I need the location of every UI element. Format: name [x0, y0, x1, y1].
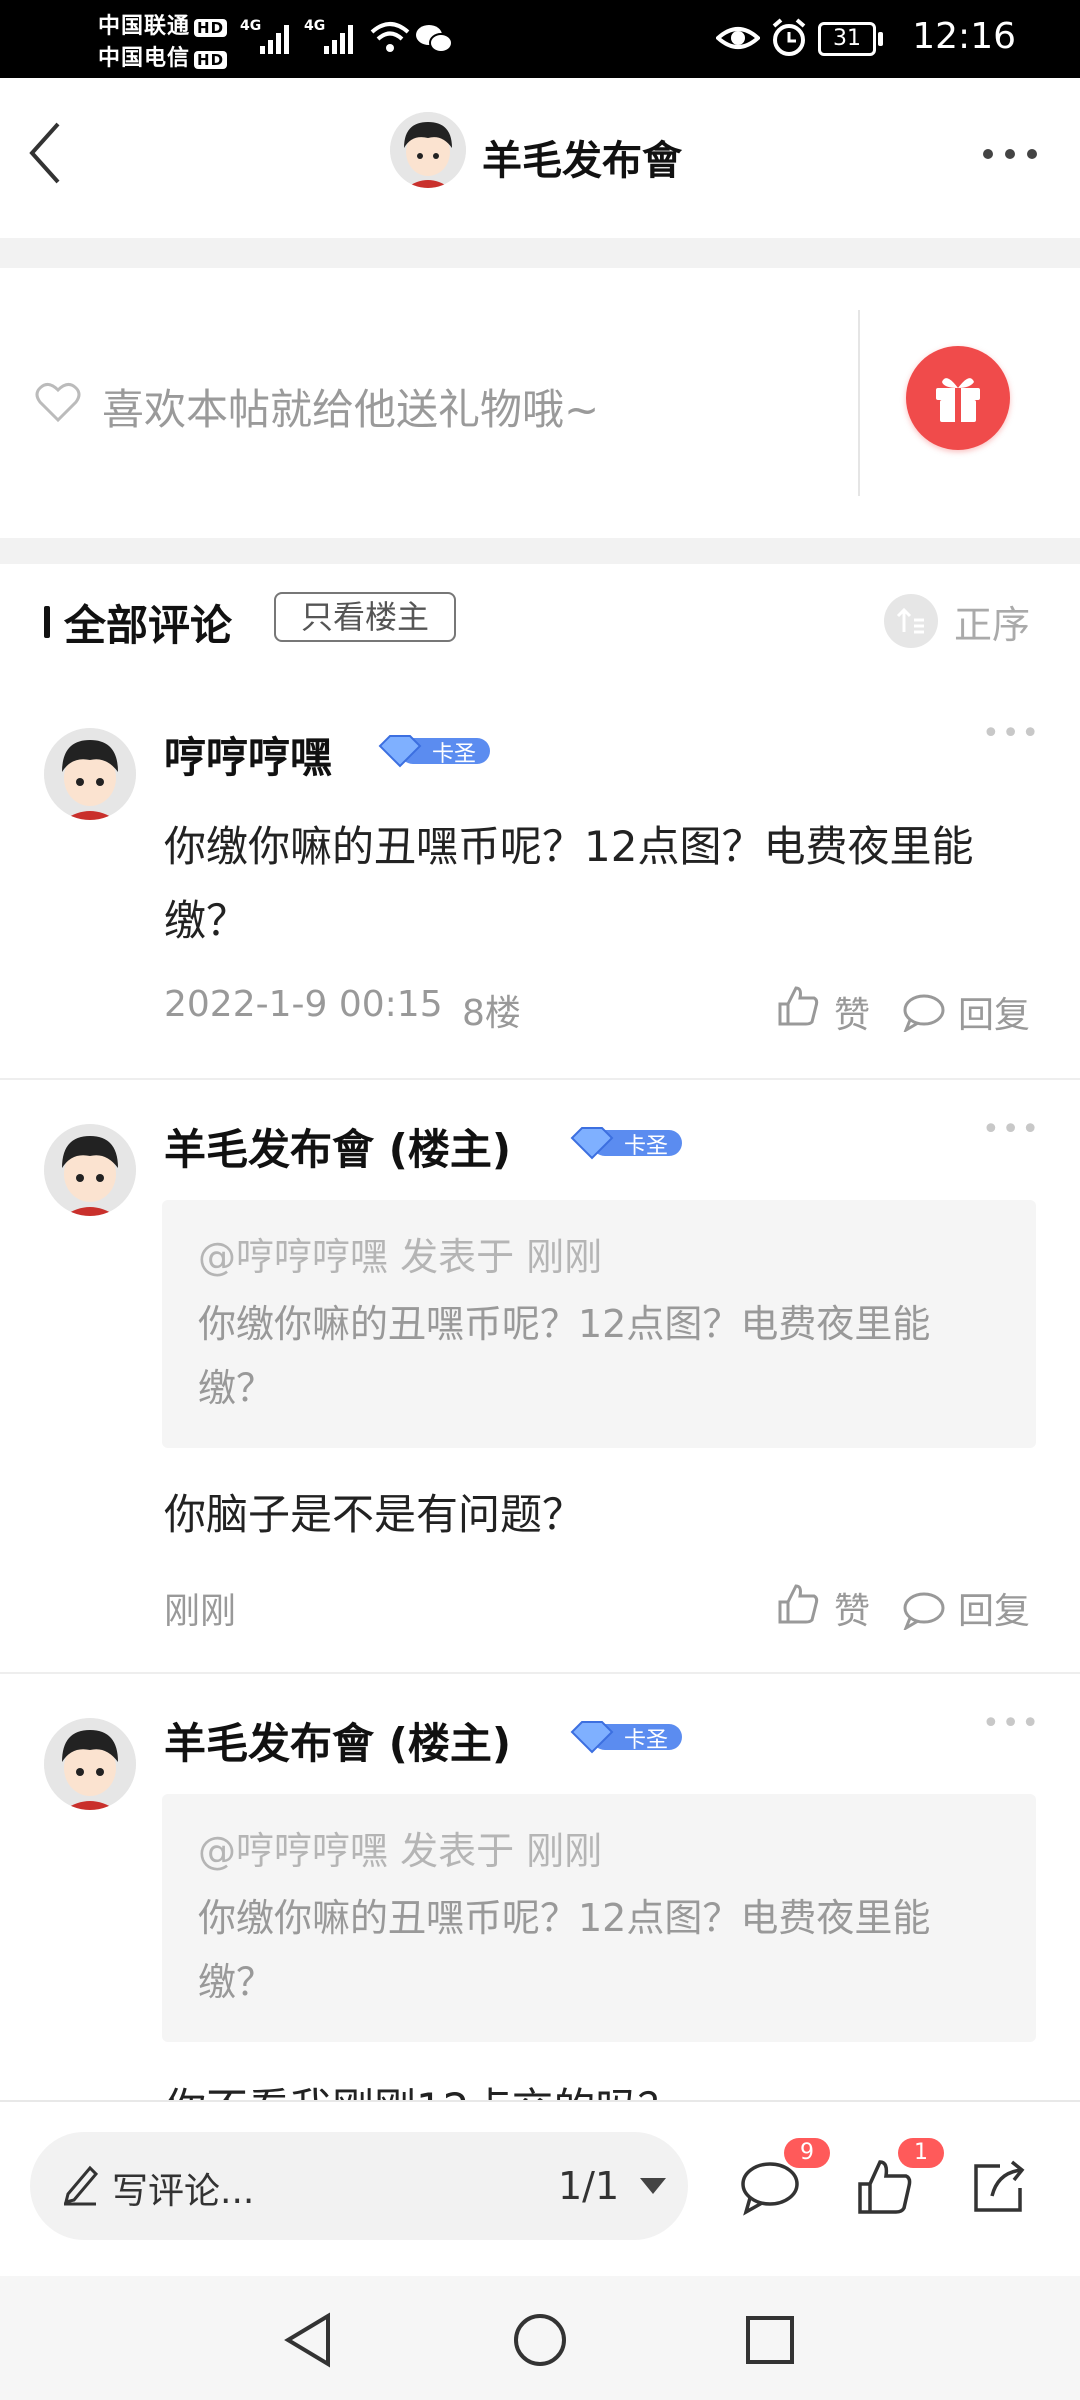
sort-toggle[interactable]: 正序	[954, 594, 1030, 649]
clock: 12:16	[912, 16, 1016, 57]
comments-title: 全部评论	[64, 601, 233, 650]
wifi-icon	[370, 22, 410, 52]
like-count-badge: 1	[898, 2138, 944, 2168]
rank-badge: 卡圣	[568, 1718, 682, 1754]
bottom-action-bar: 写评论... 1/1 9 1	[0, 2100, 1080, 2276]
reply-icon[interactable]	[902, 992, 946, 1032]
comment-author[interactable]: 哼哼哼嘿	[164, 724, 332, 785]
comment-more-icon[interactable]: •••	[982, 1112, 1041, 1147]
page-indicator[interactable]: 1/1	[558, 2164, 619, 2208]
caret-down-icon[interactable]	[638, 2176, 668, 2196]
gift-prompt: 喜欢本帖就给他送礼物哦~	[102, 385, 600, 434]
carrier-2: 中国电信 HD	[98, 40, 228, 72]
comment-placeholder: 写评论...	[112, 2171, 255, 2212]
back-icon[interactable]	[24, 118, 68, 188]
comment-input[interactable]: 写评论... 1/1	[30, 2132, 688, 2240]
quoted-comment[interactable]: @哼哼哼嘿 发表于 刚刚 你缴你嘛的丑嘿币呢？12点图？电费夜里能缴？	[162, 1794, 1036, 2042]
heart-icon[interactable]	[34, 380, 82, 424]
alarm-icon	[772, 18, 806, 56]
divider	[858, 310, 860, 496]
carrier-1: 中国联通 HD	[98, 8, 228, 40]
user-avatar-icon	[44, 1124, 136, 1216]
battery-icon: 31	[818, 22, 876, 56]
badge-label: 卡圣	[624, 1728, 669, 1753]
rank-badge: 卡圣	[568, 1124, 682, 1160]
only-op-button[interactable]: 只看楼主	[274, 592, 456, 642]
reply-button[interactable]: 回复	[958, 1582, 1030, 1634]
like-icon[interactable]	[856, 2158, 914, 2216]
gift-icon	[936, 378, 980, 422]
quote-header: @哼哼哼嘿 发表于 刚刚	[198, 1235, 603, 1279]
page-title[interactable]: 羊毛发布會	[482, 128, 682, 186]
like-icon[interactable]	[776, 1582, 820, 1626]
comment-body: 你缴你嘛的丑嘿币呢？12点图？电费夜里能缴？	[164, 822, 974, 945]
avatar[interactable]	[44, 1718, 136, 1810]
comments-header: 全部评论 只看楼主 正序	[0, 564, 1080, 674]
comment-count-badge: 9	[784, 2138, 830, 2168]
divider	[0, 1078, 1080, 1080]
sort-arrows-icon	[896, 607, 924, 634]
divider	[0, 1672, 1080, 1674]
reply-button[interactable]: 回复	[958, 986, 1030, 1038]
system-nav-bar	[0, 2276, 1080, 2400]
quote-header: @哼哼哼嘿 发表于 刚刚	[198, 1829, 603, 1873]
comment-time: 2022-1-9 00:15	[164, 984, 443, 1025]
signal-icon-2	[324, 25, 353, 54]
comment-more-icon[interactable]: •••	[982, 716, 1041, 751]
like-icon[interactable]	[776, 984, 820, 1028]
badge-label: 卡圣	[624, 1134, 669, 1159]
reply-icon[interactable]	[902, 1590, 946, 1630]
quoted-comment[interactable]: @哼哼哼嘿 发表于 刚刚 你缴你嘛的丑嘿币呢？12点图？电费夜里能缴？	[162, 1200, 1036, 1448]
wechat-icon	[416, 25, 453, 53]
signal-icon	[260, 25, 289, 54]
sort-icon[interactable]	[884, 594, 938, 648]
section-gap-2	[0, 538, 1080, 564]
comment-more-icon[interactable]: •••	[982, 1706, 1041, 1741]
battery-tip	[878, 32, 883, 46]
comment-body: 你脑子是不是有问题？	[164, 1490, 585, 1539]
top-nav: 羊毛发布會	[0, 78, 1080, 238]
badge-label: 卡圣	[432, 742, 477, 767]
nav-back-icon[interactable]	[282, 2312, 336, 2368]
user-avatar-icon	[44, 1718, 136, 1810]
comment-item: 哼哼哼嘿 卡圣 ••• 你缴你嘛的丑嘿币呢？12点图？电费夜里能缴？ 2022-…	[0, 700, 1080, 1078]
status-bar: 中国联通 HD 中国电信 HD 4G 4G 31 12:16	[0, 0, 1080, 78]
quote-text: 你缴你嘛的丑嘿币呢？12点图？电费夜里能缴？	[198, 1302, 931, 1410]
battery-level: 31	[833, 26, 861, 51]
gift-section: 喜欢本帖就给他送礼物哦~	[0, 268, 1080, 538]
like-button[interactable]: 赞	[834, 1582, 870, 1634]
comment-item: 羊毛发布會 (楼主) 卡圣 ••• @哼哼哼嘿 发表于 刚刚 你缴你嘛的丑嘿币呢…	[0, 1690, 1080, 2100]
nav-recents-icon[interactable]	[744, 2314, 796, 2366]
share-icon[interactable]	[970, 2158, 1028, 2216]
comment-body: 你不看我刚刚12点交的吗？	[164, 2072, 1044, 2100]
comment-item: 羊毛发布會 (楼主) 卡圣 ••• @哼哼哼嘿 发表于 刚刚 你缴你嘛的丑嘿币呢…	[0, 1096, 1080, 1672]
eye-icon	[716, 27, 760, 49]
nav-home-icon[interactable]	[512, 2312, 568, 2368]
avatar[interactable]	[44, 728, 136, 820]
user-avatar-icon	[44, 728, 136, 820]
pencil-icon	[63, 2165, 99, 2206]
header-avatar[interactable]	[390, 112, 466, 188]
rank-badge: 卡圣	[376, 732, 490, 768]
avatar[interactable]	[44, 1124, 136, 1216]
comment-author[interactable]: 羊毛发布會 (楼主)	[164, 1710, 511, 1771]
comment-author[interactable]: 羊毛发布會 (楼主)	[164, 1116, 511, 1177]
gift-button[interactable]	[906, 346, 1010, 450]
comment-floor: 8楼	[462, 993, 521, 1034]
section-gap	[0, 238, 1080, 268]
user-avatar-icon	[390, 112, 466, 188]
comment-time: 刚刚	[164, 1591, 237, 1632]
more-icon[interactable]	[982, 144, 1038, 164]
comment-icon[interactable]	[740, 2160, 800, 2216]
quote-text: 你缴你嘛的丑嘿币呢？12点图？电费夜里能缴？	[198, 1896, 931, 2004]
like-button[interactable]: 赞	[834, 986, 870, 1038]
title-marker	[44, 606, 50, 638]
